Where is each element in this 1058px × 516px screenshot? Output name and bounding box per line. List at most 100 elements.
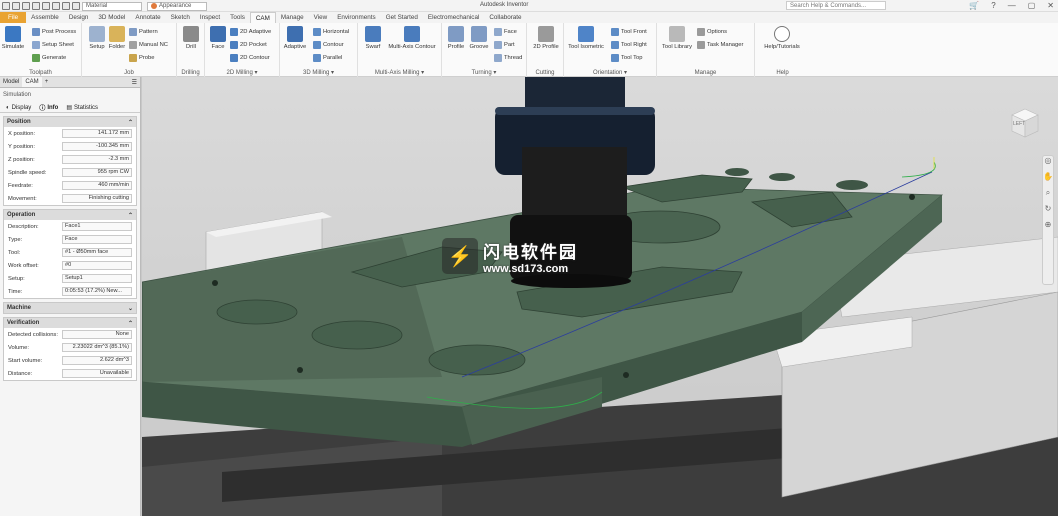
pan-icon[interactable]: ✋ (1043, 172, 1053, 188)
2d-adaptive-button[interactable]: 2D Adaptive (230, 28, 271, 36)
app-title: Autodesk Inventor (480, 2, 529, 8)
help-search-input[interactable]: Search Help & Commands... (786, 1, 886, 10)
orbit-icon[interactable]: ↻ (1043, 204, 1053, 220)
tool-top-button[interactable]: Tool Top (611, 54, 643, 62)
help-icon[interactable]: ? (991, 1, 995, 10)
post-process-button[interactable]: Post Process (32, 28, 76, 36)
material-select[interactable]: Material (82, 1, 142, 11)
appearance-select[interactable]: Appearance (147, 1, 207, 11)
drill-button[interactable]: Drill (178, 26, 204, 50)
adaptive-button[interactable]: Adaptive (282, 26, 308, 50)
simulate-button[interactable]: Simulate (0, 26, 26, 50)
tab-model[interactable]: Model (0, 77, 22, 87)
home-icon[interactable] (62, 2, 70, 10)
save-icon[interactable] (32, 2, 40, 10)
swarf-button[interactable]: Swarf (360, 26, 386, 50)
undo-icon[interactable] (42, 2, 50, 10)
tab-manage[interactable]: Manage (276, 12, 309, 23)
groove-button[interactable]: Groove (466, 26, 492, 50)
operation-section-header[interactable]: Operation ⌃ (4, 210, 136, 220)
minimize-button[interactable]: — (1008, 1, 1016, 10)
part-icon (494, 41, 502, 49)
restore-button[interactable]: ▢ (1028, 1, 1036, 10)
operation-section: Operation ⌃ Description: Face1 Type: Face Too… (3, 209, 137, 299)
close-button[interactable]: ✕ (1047, 1, 1054, 10)
tab-collaborate[interactable]: Collaborate (484, 12, 526, 23)
watermark-url: www.sd173.com (483, 262, 569, 275)
manual-nc-button[interactable]: Manual NC (129, 41, 168, 49)
pattern-button[interactable]: Pattern (129, 28, 158, 36)
2d-contour-button[interactable]: 2D Contour (230, 54, 270, 62)
folder-button[interactable]: Folder (104, 26, 130, 50)
view-cube[interactable]: LEFT (1010, 107, 1040, 141)
zoom-icon[interactable]: ⌕ (1043, 188, 1053, 204)
part-button[interactable]: Part (494, 41, 515, 49)
tab-3d-model[interactable]: 3D Model (93, 12, 130, 23)
tool-right-button[interactable]: Tool Right (611, 41, 647, 49)
tab-electromechanical[interactable]: Electromechanical (423, 12, 484, 23)
info-tab[interactable]: ⓘ Info (39, 103, 58, 113)
collapse-icon[interactable]: ⌃ (128, 212, 133, 219)
2d-pocket-button[interactable]: 2D Pocket (230, 41, 267, 49)
nav-wheel-icon[interactable]: ◎ (1043, 156, 1053, 172)
look-at-icon[interactable]: ⊕ (1043, 220, 1053, 236)
tool-isometric-button[interactable]: Tool Isometric (565, 26, 607, 50)
generate-icon (32, 54, 40, 62)
probe-button[interactable]: Probe (129, 54, 154, 62)
turning-face-button[interactable]: Face (494, 28, 517, 36)
collapse-icon[interactable]: ⌃ (128, 119, 133, 126)
task-manager-button[interactable]: Task Manager (697, 41, 743, 49)
property-label: Tool: (8, 249, 21, 256)
contour-button[interactable]: Contour (313, 41, 344, 49)
tab-design[interactable]: Design (64, 12, 94, 23)
display-tab[interactable]: ◐ Display (6, 103, 31, 112)
multi-axis-contour-button[interactable]: Multi-Axis Contour (384, 26, 440, 50)
graphics-viewport[interactable]: LEFT ◎ ✋ ⌕ ↻ ⊕ ⚡ 闪电软件园 www.sd173.com (141, 77, 1058, 516)
setup-label: Setup (89, 44, 105, 50)
tab-cam[interactable]: CAM (249, 12, 276, 23)
select-icon[interactable] (72, 2, 80, 10)
add-tab-button[interactable]: + (42, 77, 52, 87)
face-button[interactable]: Face (205, 26, 231, 50)
tab-tools[interactable]: Tools (225, 12, 250, 23)
position-section: Position ⌃ X position: 141.172 mm Y positio… (3, 116, 137, 206)
appearance-icon (151, 3, 157, 9)
tab-inspect[interactable]: Inspect (195, 12, 225, 23)
tool-front-button[interactable]: Tool Front (611, 28, 647, 36)
tab-cam[interactable]: CAM (22, 77, 42, 87)
options-button[interactable]: Options (697, 28, 727, 36)
horizontal-button[interactable]: Horizontal (313, 28, 349, 36)
expand-icon[interactable]: ⌄ (128, 305, 133, 312)
tab-file[interactable]: File (0, 12, 27, 23)
property-row: Time: 0:05:53 (17.2%) New... (4, 285, 136, 298)
toolpath-panel: Simulate Post Process Setup Sheet Genera… (0, 23, 82, 77)
tab-sketch[interactable]: Sketch (166, 12, 195, 23)
cart-icon[interactable]: 🛒 (969, 1, 979, 10)
tab-view[interactable]: View (309, 12, 333, 23)
job-panel: Setup Folder Pattern Manual NC Probe Job (82, 23, 177, 77)
tool-library-button[interactable]: Tool Library (659, 26, 695, 50)
folder-icon (109, 26, 125, 42)
tab-get-started[interactable]: Get Started (381, 12, 423, 23)
property-label: Volume: (8, 344, 29, 351)
2d-profile-button[interactable]: 2D Profile (529, 26, 563, 50)
redo-icon[interactable] (52, 2, 60, 10)
collapse-icon[interactable]: ⌃ (128, 320, 133, 327)
machine-section-header[interactable]: Machine ⌄ (4, 303, 136, 313)
position-section-header[interactable]: Position ⌃ (4, 117, 136, 127)
new-icon[interactable] (12, 2, 20, 10)
open-icon[interactable] (22, 2, 30, 10)
thread-button[interactable]: Thread (494, 54, 522, 62)
setup-icon (89, 26, 105, 42)
help-tutorials-button[interactable]: Help/Tutorials (757, 26, 807, 50)
statistics-tab[interactable]: ▤ Statistics (66, 103, 98, 112)
verification-section-header[interactable]: Verification ⌃ (4, 318, 136, 328)
tab-annotate[interactable]: Annotate (130, 12, 165, 23)
browser-menu-icon[interactable]: ☰ (129, 77, 140, 87)
parallel-button[interactable]: Parallel (313, 54, 342, 62)
generate-button[interactable]: Generate (32, 54, 66, 62)
tab-assemble[interactable]: Assemble (26, 12, 64, 23)
tab-environments[interactable]: Environments (332, 12, 381, 23)
app-menu-icon[interactable] (2, 2, 10, 10)
setup-sheet-button[interactable]: Setup Sheet (32, 41, 74, 49)
